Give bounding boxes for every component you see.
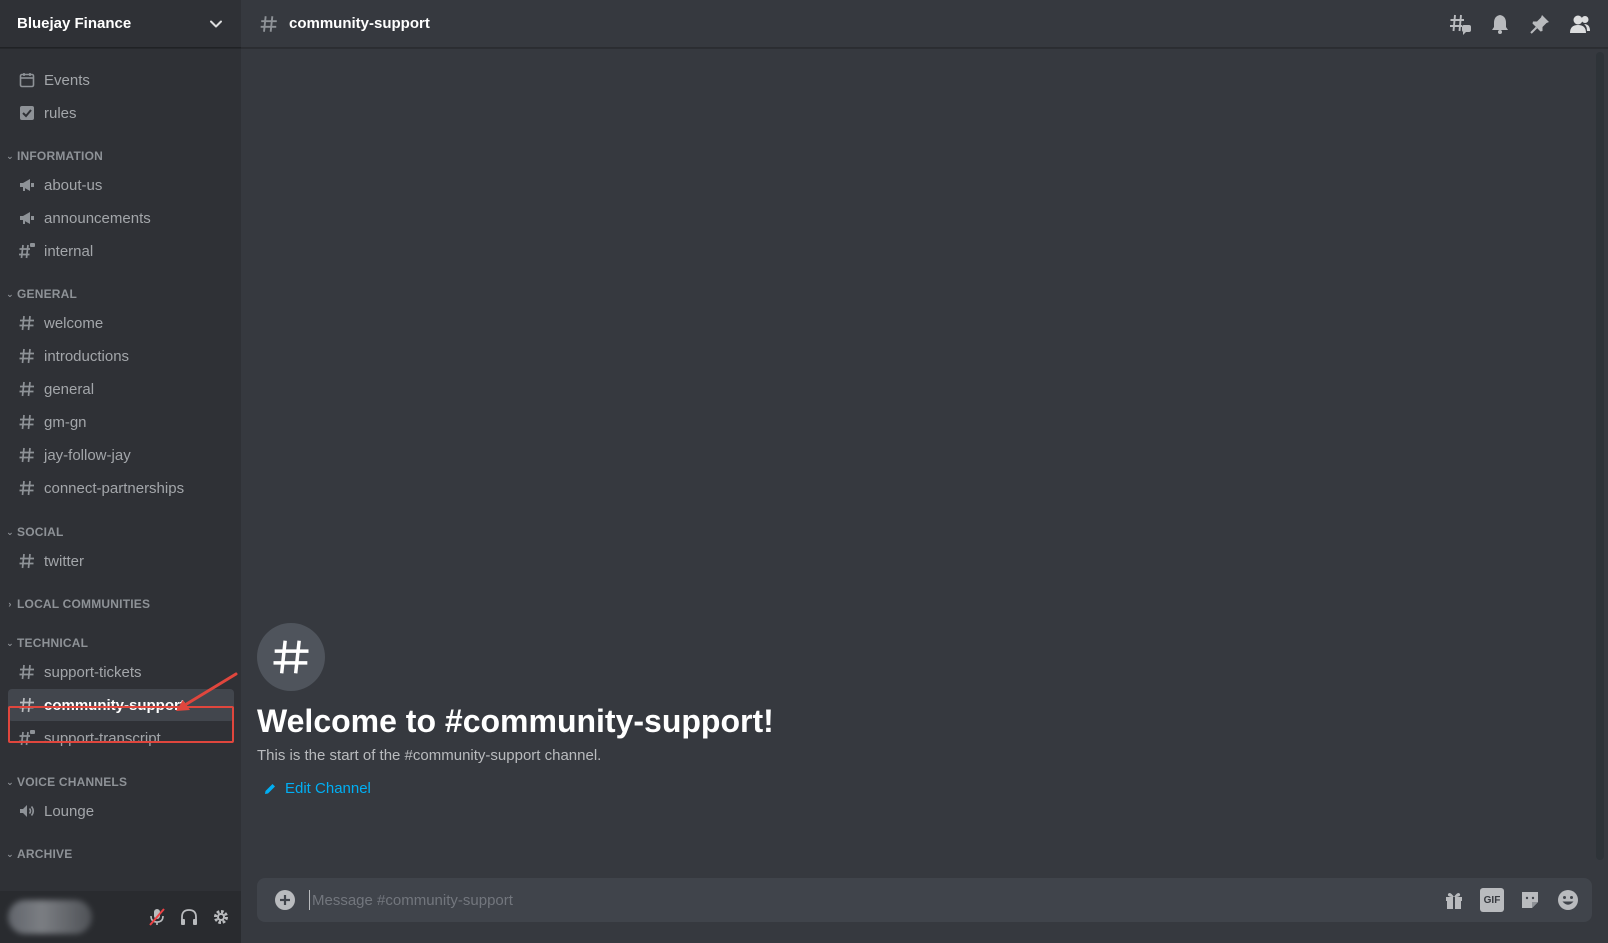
user-panel [0,891,241,943]
channel-welcome: Welcome to #community-support! This is t… [257,623,774,797]
chevron-down-icon: ⌄ [6,848,14,859]
sidebar-item-label: rules [44,104,77,122]
sidebar-item-events[interactable]: Events [8,64,234,96]
sidebar-item-twitter[interactable]: twitter [8,545,234,577]
app-window: Bluejay Finance Events rules ⌄ INFORMATI… [0,0,1608,943]
hash-icon [18,347,36,365]
sidebar-item-connect-partnerships[interactable]: connect-partnerships [8,472,234,504]
chevron-down-icon: ⌄ [6,526,14,537]
sidebar-item-label: Events [44,71,90,89]
mute-microphone-icon[interactable] [145,905,169,929]
sidebar-item-label: jay-follow-jay [44,446,131,464]
bell-icon[interactable] [1488,12,1512,36]
category-archive[interactable]: ⌄ ARCHIVE [4,846,72,862]
sidebar-item-gm-gn[interactable]: gm-gn [8,406,234,438]
edit-channel-label: Edit Channel [285,780,371,797]
sidebar-item-label: welcome [44,314,104,332]
chevron-down-icon: ⌄ [6,150,14,161]
threads-icon[interactable] [1448,12,1472,36]
gear-icon[interactable] [209,905,233,929]
checkbox-icon [18,104,36,122]
server-header[interactable]: Bluejay Finance [0,0,241,48]
sidebar-item-announcements[interactable]: announcements [8,202,234,234]
sidebar-item-label: connect-partnerships [44,479,185,497]
edit-channel-link[interactable]: Edit Channel [257,780,774,797]
member-list-icon[interactable] [1568,12,1592,36]
category-label: LOCAL COMMUNITIES [17,597,151,611]
calendar-icon [18,71,36,89]
gif-picker-button[interactable]: GIF [1480,888,1504,912]
category-label: GENERAL [17,287,78,301]
sidebar-item-label: about-us [44,176,103,194]
category-voice-channels[interactable]: ⌄ VOICE CHANNELS [4,774,127,790]
chat-main: community-support Welcome to #community-… [241,0,1608,943]
sidebar-item-introductions[interactable]: introductions [8,340,234,372]
message-composer: GIF [257,878,1592,922]
hash-icon [18,380,36,398]
emoji-icon[interactable] [1556,888,1580,912]
megaphone-icon [18,209,36,227]
channel-sidebar: Bluejay Finance Events rules ⌄ INFORMATI… [0,0,241,943]
hash-icon [18,314,36,332]
speaker-icon [18,802,36,820]
sidebar-item-label: internal [44,242,94,260]
category-label: INFORMATION [17,149,103,163]
sidebar-item-general[interactable]: general [8,373,234,405]
locked-hash-icon [18,242,36,260]
sidebar-item-label: Lounge [44,802,95,820]
sticker-icon[interactable] [1518,888,1542,912]
category-label: ARCHIVE [17,847,73,861]
category-local-communities[interactable]: › LOCAL COMMUNITIES [4,596,150,612]
welcome-title: Welcome to #community-support! [257,703,774,739]
gif-label: GIF [1480,888,1504,912]
welcome-subtitle: This is the start of the #community-supp… [257,747,602,764]
hash-icon [18,413,36,431]
gift-icon[interactable] [1442,888,1466,912]
pencil-icon [263,781,279,797]
chevron-down-icon: ⌄ [6,776,14,787]
sidebar-item-rules[interactable]: rules [8,97,234,129]
category-general[interactable]: ⌄ GENERAL [4,286,77,302]
channel-header: community-support [241,0,1608,48]
scrollbar[interactable] [1596,52,1604,860]
sidebar-item-label: general [44,380,95,398]
category-social[interactable]: ⌄ SOCIAL [4,524,64,540]
message-input[interactable] [309,890,1432,910]
sidebar-item-label: announcements [44,209,151,227]
category-technical[interactable]: ⌄ TECHNICAL [4,635,88,651]
megaphone-icon [18,176,36,194]
hash-icon [18,552,36,570]
chevron-down-icon: ⌄ [6,288,14,299]
sidebar-item-label: support-tickets [44,663,142,681]
sidebar-item-label: introductions [44,347,130,365]
avatar[interactable] [8,900,92,934]
pin-icon[interactable] [1528,12,1552,36]
headphones-icon[interactable] [177,905,201,929]
add-attachment-icon[interactable] [273,888,297,912]
sidebar-item-label: gm-gn [44,413,87,431]
hash-icon [18,446,36,464]
hash-icon [18,479,36,497]
sidebar-item-internal[interactable]: internal [8,235,234,267]
chevron-right-icon: › [8,599,12,609]
category-label: TECHNICAL [17,636,89,650]
channel-list: Events rules ⌄ INFORMATION about-us anno… [0,48,241,891]
sidebar-item-jay-follow-jay[interactable]: jay-follow-jay [8,439,234,471]
category-information[interactable]: ⌄ INFORMATION [4,148,103,164]
sidebar-item-lounge[interactable]: Lounge [8,795,234,827]
server-name: Bluejay Finance [17,15,132,32]
category-label: VOICE CHANNELS [17,775,128,789]
hash-icon [257,623,325,691]
hash-icon [18,663,36,681]
chevron-down-icon[interactable] [207,15,225,33]
sidebar-item-welcome[interactable]: welcome [8,307,234,339]
chevron-down-icon: ⌄ [6,637,14,648]
channel-title: community-support [289,15,430,32]
sidebar-item-about-us[interactable]: about-us [8,169,234,201]
hash-icon [257,12,281,36]
category-label: SOCIAL [17,525,64,539]
sidebar-item-label: twitter [44,552,85,570]
annotation-arrow-icon [176,672,238,711]
